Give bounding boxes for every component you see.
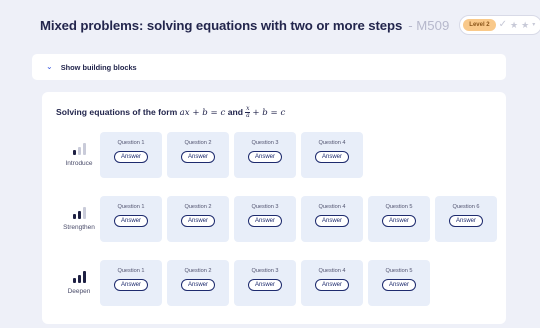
card-title-and: and [227, 106, 243, 117]
row-name: Strengthen [63, 224, 95, 231]
answer-button[interactable]: Answer [113, 279, 148, 291]
star-icon: ★ [521, 19, 530, 30]
question-tile[interactable]: Question 1 Answer [100, 132, 162, 178]
question-label: Question 1 [117, 268, 145, 274]
answer-button[interactable]: Answer [314, 279, 349, 291]
question-tile[interactable]: Question 4 Answer [301, 196, 363, 242]
row-label: Strengthen [56, 196, 102, 242]
card-title-text: Solving equations of the form [56, 106, 178, 117]
answer-button[interactable]: Answer [180, 151, 215, 163]
question-tile[interactable]: Question 2 Answer [167, 132, 229, 178]
question-tile[interactable]: Question 1 Answer [100, 196, 162, 242]
answer-button[interactable]: Answer [247, 215, 282, 227]
answer-button[interactable]: Answer [180, 215, 215, 227]
question-label: Question 2 [184, 204, 212, 210]
question-label: Question 2 [184, 140, 212, 146]
question-label: Question 5 [385, 204, 413, 210]
answer-button[interactable]: Answer [381, 215, 416, 227]
row-introduce: Introduce Question 1 Answer Question 2 Answe… [56, 132, 496, 178]
question-label: Question 3 [251, 140, 279, 146]
problem-code: - M509 [408, 17, 450, 33]
row-deepen: Deepen Question 1 Answer Question 2 Answer Qu… [56, 260, 496, 306]
answer-button[interactable]: Answer [113, 215, 148, 227]
answer-button[interactable]: Answer [180, 279, 215, 291]
page-title: Mixed problems: solving equations with t… [40, 17, 403, 33]
question-label: Question 3 [251, 204, 279, 210]
question-label: Question 1 [117, 204, 145, 210]
answer-button[interactable]: Answer [247, 279, 282, 291]
level-bars-icon [72, 207, 86, 219]
card-title: Solving equations of the form ax + b = c… [56, 106, 285, 119]
building-blocks-label: Show building blocks [60, 62, 137, 72]
chevron-down-icon: ⌄ [46, 62, 53, 71]
question-label: Question 4 [318, 204, 346, 210]
row-name: Deepen [67, 288, 91, 295]
fraction-denominator: a [246, 112, 250, 119]
chevron-down-icon: ▾ [532, 22, 536, 28]
question-tile[interactable]: Question 2 Answer [167, 260, 229, 306]
question-tile[interactable]: Question 4 Answer [301, 132, 363, 178]
level-badge: Level 2 [463, 19, 496, 31]
check-icon: ✓ [498, 19, 508, 30]
show-building-blocks-toggle[interactable]: ⌄ Show building blocks [32, 54, 506, 80]
question-label: Question 5 [385, 268, 413, 274]
row-label: Deepen [56, 260, 102, 306]
question-tile[interactable]: Question 3 Answer [234, 260, 296, 306]
question-label: Question 2 [184, 268, 212, 274]
row-label: Introduce [56, 132, 102, 178]
question-tile[interactable]: Question 4 Answer [301, 260, 363, 306]
fraction: x a [245, 106, 251, 119]
answer-button[interactable]: Answer [113, 151, 148, 163]
question-tile[interactable]: Question 3 Answer [234, 196, 296, 242]
equations-card: Solving equations of the form ax + b = c… [42, 92, 506, 324]
question-label: Question 6 [452, 204, 480, 210]
question-tile[interactable]: Question 2 Answer [167, 196, 229, 242]
question-label: Question 3 [251, 268, 279, 274]
answer-button[interactable]: Answer [381, 279, 416, 291]
level-bars-icon [72, 143, 86, 155]
row-strengthen: Strengthen Question 1 Answer Question 2 Answ… [56, 196, 497, 242]
answer-button[interactable]: Answer [314, 151, 349, 163]
equation-rest: + b = c [252, 107, 286, 118]
rating-pill[interactable]: Level 2 ✓ ★ ★ ▾ [459, 15, 540, 35]
answer-button[interactable]: Answer [314, 215, 349, 227]
question-tile[interactable]: Question 1 Answer [100, 260, 162, 306]
question-label: Question 4 [318, 268, 346, 274]
question-tile[interactable]: Question 5 Answer [368, 260, 430, 306]
question-tile[interactable]: Question 6 Answer [435, 196, 497, 242]
answer-button[interactable]: Answer [247, 151, 282, 163]
answer-button[interactable]: Answer [448, 215, 483, 227]
equation-form-2: x a + b = c [245, 106, 285, 119]
page-header: Mixed problems: solving equations with t… [40, 14, 540, 36]
star-icon: ★ [510, 19, 519, 30]
question-tile[interactable]: Question 3 Answer [234, 132, 296, 178]
question-tile[interactable]: Question 5 Answer [368, 196, 430, 242]
level-bars-icon [72, 271, 86, 283]
question-label: Question 1 [117, 140, 145, 146]
question-label: Question 4 [318, 140, 346, 146]
equation-form-1: ax + b = c [179, 107, 226, 118]
row-name: Introduce [65, 160, 93, 167]
